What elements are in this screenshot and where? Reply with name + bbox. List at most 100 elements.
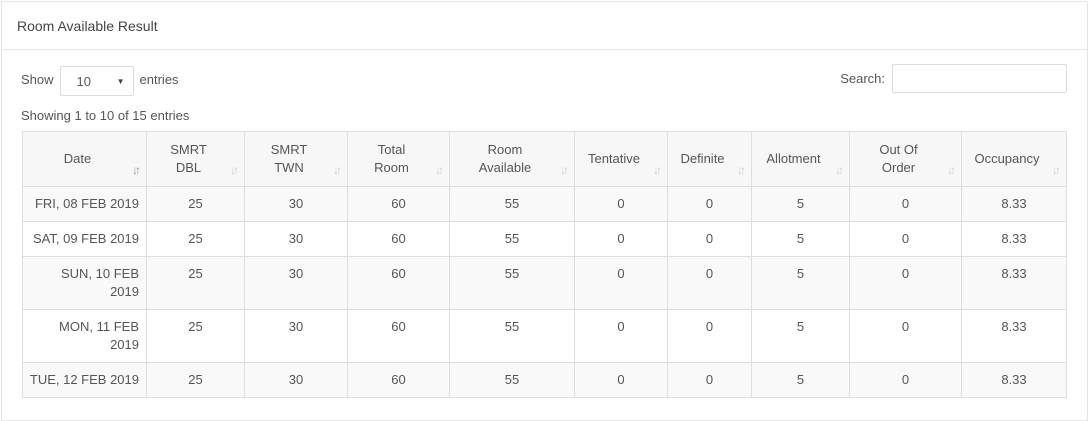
column-header-label: Out Of	[879, 142, 918, 157]
table-cell: 60	[347, 221, 450, 257]
column-header-3[interactable]: Total Room ↓↑	[347, 131, 450, 187]
table-cell: 0	[849, 221, 962, 257]
column-header-label: SMRT	[270, 142, 308, 157]
table-cell: 0	[574, 362, 668, 398]
column-header-4[interactable]: Room Available ↓↑	[449, 131, 575, 187]
column-header-6[interactable]: Definite ↓↑	[667, 131, 752, 187]
table-cell: 0	[574, 256, 668, 310]
entries-per-page-value: 10	[76, 73, 91, 89]
column-header-label: Definite	[680, 151, 725, 166]
table-cell: 0	[667, 309, 752, 363]
table-row: SAT, 09 FEB 2019 25 30 60 55 0 0 5 0 8.33	[22, 221, 1067, 257]
date-cell: SUN, 10 FEB 2019	[22, 256, 147, 310]
show-label: Show	[21, 71, 54, 87]
column-header-label: SMRT	[170, 142, 207, 157]
column-header-label: Room	[487, 142, 523, 157]
column-header-label-line2: TWN	[274, 160, 304, 175]
sort-icon: ↓↑	[835, 163, 844, 177]
column-header-label: Date	[63, 151, 92, 166]
table-cell: 0	[849, 362, 962, 398]
table-cell: 25	[146, 256, 245, 310]
column-header-9[interactable]: Occupancy ↓↑	[961, 131, 1067, 187]
panel-title: Room Available Result	[17, 17, 158, 34]
table-cell: 0	[667, 221, 752, 257]
column-header-2[interactable]: SMRT TWN ↓↑	[244, 131, 348, 187]
column-header-label-line2: DBL	[175, 160, 202, 175]
table-cell: 0	[574, 186, 668, 222]
table-cell: 25	[146, 362, 245, 398]
table-row: SUN, 10 FEB 2019 25 30 60 55 0 0 5 0 8.33	[22, 256, 1067, 310]
table-cell: 5	[751, 309, 850, 363]
table-cell: 60	[347, 309, 450, 363]
sort-icon: ↓↑	[947, 163, 956, 177]
table-info: Showing 1 to 10 of 15 entries	[21, 108, 190, 123]
sort-icon: ↓↑	[435, 163, 444, 177]
table-body: FRI, 08 FEB 2019 25 30 60 55 0 0 5 0 8.33 SAT, 09 …	[22, 186, 1067, 398]
sort-icon: ↓↑	[653, 163, 662, 177]
table-cell: 8.33	[961, 309, 1067, 363]
column-header-label: Tentative	[587, 151, 641, 166]
sort-icon: ↓↑	[737, 163, 746, 177]
column-header-label-line2: Order	[881, 160, 916, 175]
table-cell: 30	[244, 221, 348, 257]
column-header-0[interactable]: Date ↓↑	[22, 131, 147, 187]
table-cell: 55	[449, 221, 575, 257]
table-cell: 5	[751, 186, 850, 222]
table-cell: 55	[449, 362, 575, 398]
table-cell: 0	[574, 309, 668, 363]
sort-icon: ↓↑	[230, 163, 239, 177]
table-cell: 8.33	[961, 362, 1067, 398]
table-cell: 5	[751, 221, 850, 257]
table-cell: 8.33	[961, 186, 1067, 222]
column-header-1[interactable]: SMRT DBL ↓↑	[146, 131, 245, 187]
column-header-label-line2: Available	[478, 160, 532, 175]
table-cell: 55	[449, 256, 575, 310]
chevron-down-icon: ▼	[116, 76, 125, 86]
table-cell: 55	[449, 186, 575, 222]
column-header-5[interactable]: Tentative ↓↑	[574, 131, 668, 187]
column-header-label: Total	[377, 142, 406, 157]
search-label: Search:	[840, 71, 885, 86]
search-control: Search:	[840, 64, 1067, 93]
table-cell: 25	[146, 221, 245, 257]
room-available-table: Date ↓↑ SMRT DBL ↓↑ SMRT TWN ↓↑ Total Room ↓↑ Room A…	[22, 131, 1067, 398]
table-cell: 60	[347, 256, 450, 310]
table-cell: 30	[244, 256, 348, 310]
sort-icon: ↓↑	[1052, 163, 1061, 177]
table-cell: 5	[751, 256, 850, 310]
column-header-label: Allotment	[766, 151, 821, 166]
table-row: TUE, 12 FEB 2019 25 30 60 55 0 0 5 0 8.33	[22, 362, 1067, 398]
table-cell: 0	[849, 256, 962, 310]
table-cell: 0	[574, 221, 668, 257]
date-cell: FRI, 08 FEB 2019	[22, 186, 147, 222]
table-row: MON, 11 FEB 2019 25 30 60 55 0 0 5 0 8.33	[22, 309, 1067, 363]
table-cell: 8.33	[961, 221, 1067, 257]
column-header-7[interactable]: Allotment ↓↑	[751, 131, 850, 187]
table-cell: 30	[244, 186, 348, 222]
table-cell: 0	[849, 309, 962, 363]
entries-per-page-select[interactable]: 10 ▼	[59, 66, 134, 96]
table-cell: 25	[146, 186, 245, 222]
sort-ascending-icon: ↓↑	[132, 163, 141, 177]
table-cell: 25	[146, 309, 245, 363]
entries-length-control: Show 10 ▼ entries	[21, 64, 179, 96]
column-header-8[interactable]: Out Of Order ↓↑	[849, 131, 962, 187]
table-cell: 0	[667, 362, 752, 398]
panel-header: Room Available Result	[2, 2, 1087, 50]
entries-label: entries	[139, 71, 179, 87]
table-cell: 0	[667, 256, 752, 310]
date-cell: MON, 11 FEB 2019	[22, 309, 147, 363]
table-cell: 0	[849, 186, 962, 222]
sort-icon: ↓↑	[560, 163, 569, 177]
table-header-row: Date ↓↑ SMRT DBL ↓↑ SMRT TWN ↓↑ Total Room ↓↑ Room A…	[22, 131, 1067, 187]
table-cell: 0	[667, 186, 752, 222]
table-cell: 55	[449, 309, 575, 363]
table-cell: 8.33	[961, 256, 1067, 310]
search-input[interactable]	[892, 64, 1067, 93]
table-cell: 60	[347, 362, 450, 398]
sort-icon: ↓↑	[333, 163, 342, 177]
table-cell: 5	[751, 362, 850, 398]
table-cell: 60	[347, 186, 450, 222]
date-cell: SAT, 09 FEB 2019	[22, 221, 147, 257]
date-cell: TUE, 12 FEB 2019	[22, 362, 147, 398]
